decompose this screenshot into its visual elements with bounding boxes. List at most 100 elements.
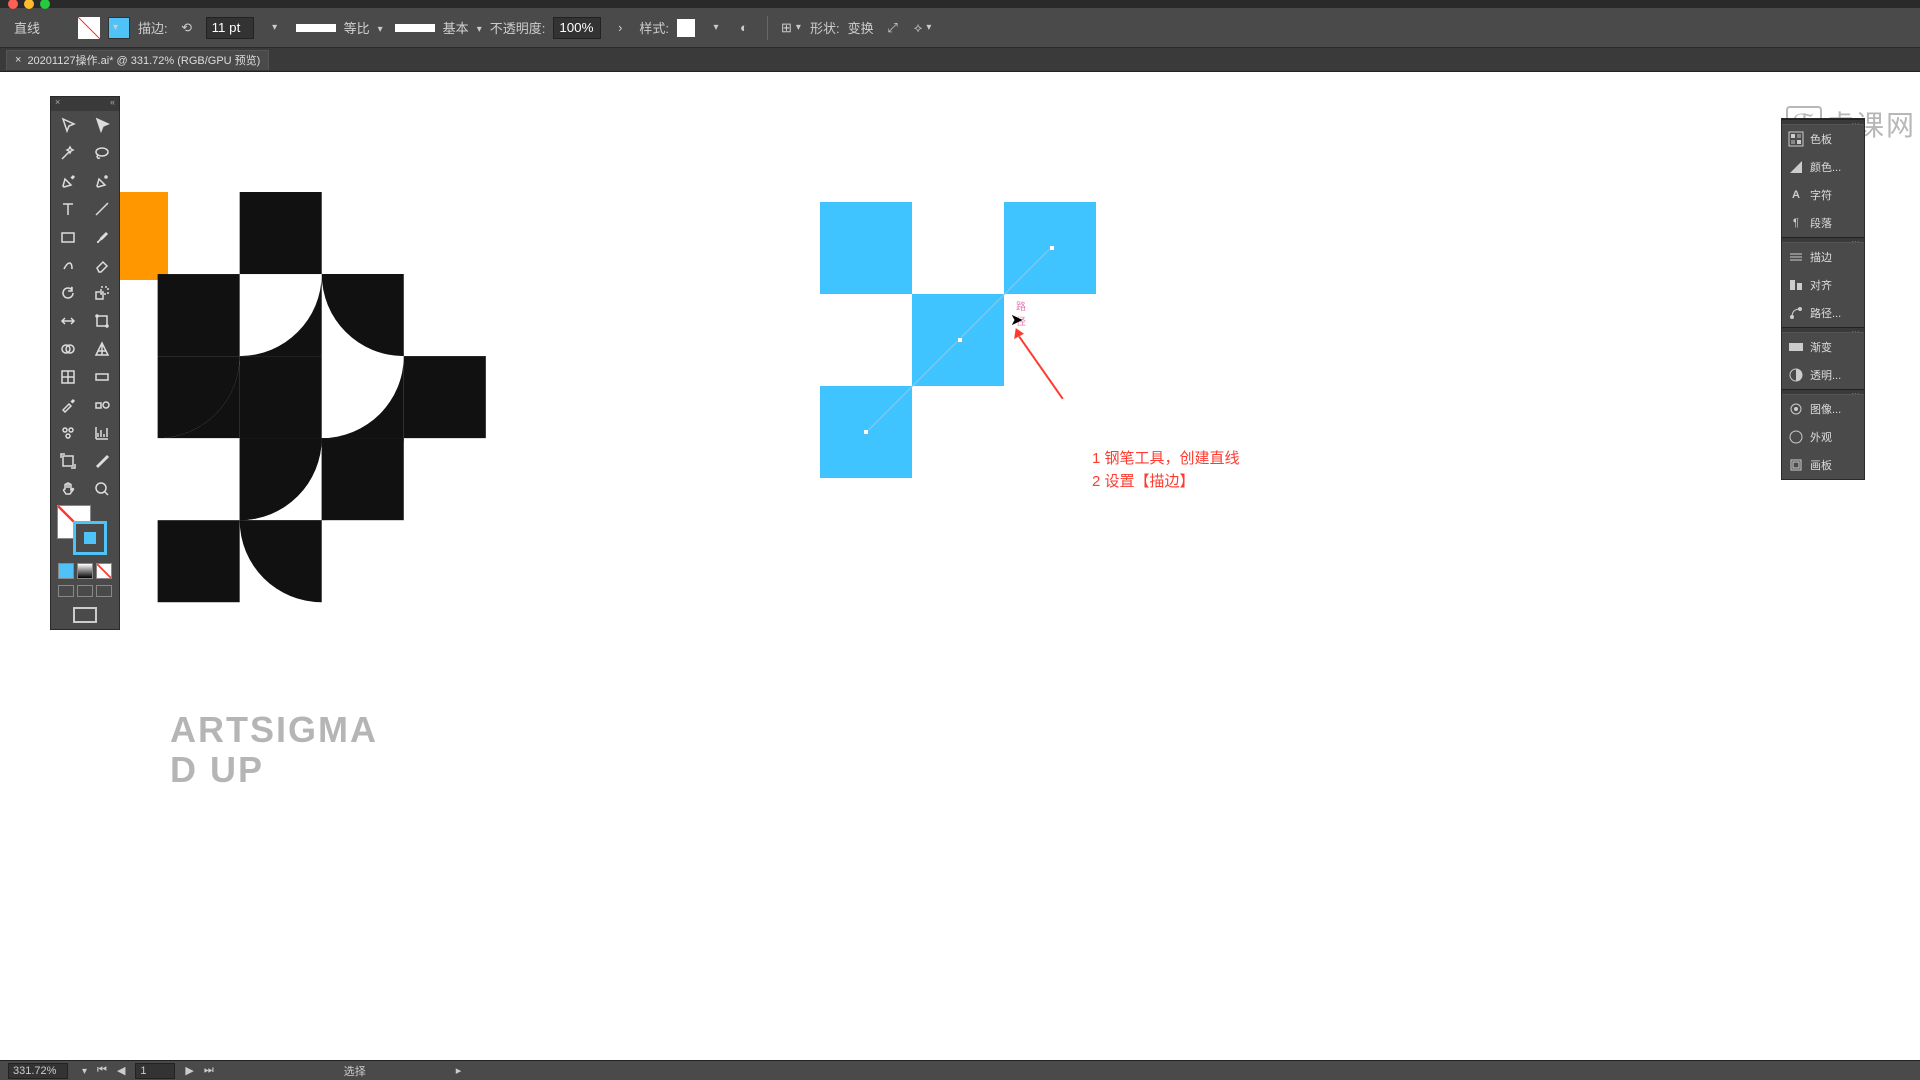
mesh-tool[interactable] (51, 363, 85, 391)
panel-颜色...[interactable]: 颜色... (1782, 153, 1864, 181)
anchor-point[interactable] (863, 429, 869, 435)
curvature-tool[interactable] (85, 167, 119, 195)
annotation-arrow (1018, 336, 1063, 399)
panel-外观[interactable]: 外观 (1782, 423, 1864, 451)
perspective-tool[interactable] (85, 335, 119, 363)
stroke-icon (1788, 249, 1804, 265)
zoom-tool[interactable] (85, 475, 119, 503)
screen-mode[interactable] (51, 601, 119, 629)
main-workspace: 路径 ➤ 1 钢笔工具，创建直线 2 设置【描边】 ARTSIGMA D UP … (0, 72, 1920, 1060)
minimize-icon[interactable] (24, 0, 34, 9)
profile-select[interactable]: 等比 (292, 18, 383, 37)
hand-tool[interactable] (51, 475, 85, 503)
line-tool[interactable] (85, 195, 119, 223)
nav-last-icon[interactable]: ⏭ (204, 1064, 214, 1077)
eraser-tool[interactable] (85, 251, 119, 279)
artsigma-text: ARTSIGMA D UP (170, 710, 378, 789)
opacity-label: 不透明度: (490, 18, 546, 37)
tab-label: 20201127操作.ai* @ 331.72% (RGB/GPU 预览) (27, 52, 260, 68)
document-tab[interactable]: × 20201127操作.ai* @ 331.72% (RGB/GPU 预览) (6, 50, 269, 70)
zoom-input[interactable] (8, 1063, 68, 1079)
stroke-swatch[interactable] (108, 17, 130, 39)
draw-inside[interactable] (96, 585, 112, 597)
opacity-arrow[interactable]: › (609, 17, 631, 39)
blue-square (820, 202, 912, 294)
nav-prev-icon[interactable]: ◀ (117, 1064, 125, 1077)
rectangle-tool[interactable] (51, 223, 85, 251)
close-tab-icon[interactable]: × (15, 54, 21, 66)
slice-tool[interactable] (85, 447, 119, 475)
maximize-icon[interactable] (40, 0, 50, 9)
gradient-tool[interactable] (85, 363, 119, 391)
stroke-weight-dropdown[interactable] (262, 17, 284, 39)
style-dropdown[interactable] (703, 17, 725, 39)
opacity-input[interactable] (553, 17, 601, 39)
panel-字符[interactable]: A字符 (1782, 181, 1864, 209)
eyedropper-tool[interactable] (51, 391, 85, 419)
canvas[interactable]: 路径 ➤ 1 钢笔工具，创建直线 2 设置【描边】 ARTSIGMA D UP (0, 72, 1920, 1060)
gradient-mode[interactable] (77, 563, 93, 579)
traffic-lights (8, 0, 50, 9)
draw-normal[interactable] (58, 585, 74, 597)
shaper-tool[interactable] (51, 251, 85, 279)
stroke-label: 描边: (138, 18, 168, 37)
artboard-tool[interactable] (51, 447, 85, 475)
nav-next-icon[interactable]: ▶ (185, 1064, 193, 1077)
nav-first-icon[interactable]: ⏮ (97, 1064, 107, 1077)
brush-label: 基本 (443, 18, 469, 37)
blend-tool[interactable] (85, 391, 119, 419)
appear-icon (1788, 429, 1804, 445)
align-icon[interactable]: ⊞ (780, 17, 802, 39)
type-tool[interactable] (51, 195, 85, 223)
width-tool[interactable] (51, 307, 85, 335)
stroke-link-icon[interactable]: ⟲ (176, 17, 198, 39)
cursor-icon: ➤ (1010, 310, 1023, 330)
close-icon[interactable] (8, 0, 18, 9)
none-mode[interactable] (96, 563, 112, 579)
lasso-tool[interactable] (85, 139, 119, 167)
rotate-tool[interactable] (51, 279, 85, 307)
anchor-point[interactable] (1049, 245, 1055, 251)
path-icon (1788, 305, 1804, 321)
panel-描边[interactable]: 描边 (1782, 243, 1864, 271)
graph-tool[interactable] (85, 419, 119, 447)
panel-路径...[interactable]: 路径... (1782, 299, 1864, 327)
profile-label: 等比 (344, 18, 370, 37)
panel-画板[interactable]: 画板 (1782, 451, 1864, 479)
magic-wand-tool[interactable] (51, 139, 85, 167)
para-icon: ¶ (1788, 215, 1804, 231)
fill-stroke-swatch[interactable] (51, 503, 119, 561)
panel-透明...[interactable]: 透明... (1782, 361, 1864, 389)
panel-渐变[interactable]: 渐变 (1782, 333, 1864, 361)
swatches-icon (1788, 131, 1804, 147)
panel-色板[interactable]: 色板 (1782, 125, 1864, 153)
fill-swatch[interactable] (78, 17, 100, 39)
free-transform-tool[interactable] (85, 307, 119, 335)
color-mode[interactable] (58, 563, 74, 579)
style-label: 样式: (639, 18, 669, 37)
more-icon[interactable]: ⟡ (912, 17, 934, 39)
style-swatch[interactable] (677, 19, 695, 37)
toolbox-header[interactable]: ×« (51, 97, 119, 111)
shape-builder-tool[interactable] (51, 335, 85, 363)
panel-对齐[interactable]: 对齐 (1782, 271, 1864, 299)
recolor-icon[interactable]: ◐ (733, 17, 755, 39)
expand-icon[interactable]: ▸ (456, 1064, 462, 1077)
black-grid-shape (120, 192, 500, 612)
draw-behind[interactable] (77, 585, 93, 597)
artboard-input[interactable] (135, 1063, 175, 1079)
transform-label: 变换 (848, 18, 874, 37)
isolate-icon[interactable]: ⤢ (882, 17, 904, 39)
direct-selection-tool[interactable] (85, 111, 119, 139)
symbol-tool[interactable] (51, 419, 85, 447)
artboard-icon (1788, 457, 1804, 473)
scale-tool[interactable] (85, 279, 119, 307)
panel-图像...[interactable]: 图像... (1782, 395, 1864, 423)
panel-段落[interactable]: ¶段落 (1782, 209, 1864, 237)
selection-tool[interactable] (51, 111, 85, 139)
brush-tool[interactable] (85, 223, 119, 251)
brush-select[interactable]: 基本 (391, 18, 482, 37)
stroke-weight-input[interactable] (206, 17, 254, 39)
anchor-point[interactable] (957, 337, 963, 343)
pen-tool[interactable] (51, 167, 85, 195)
